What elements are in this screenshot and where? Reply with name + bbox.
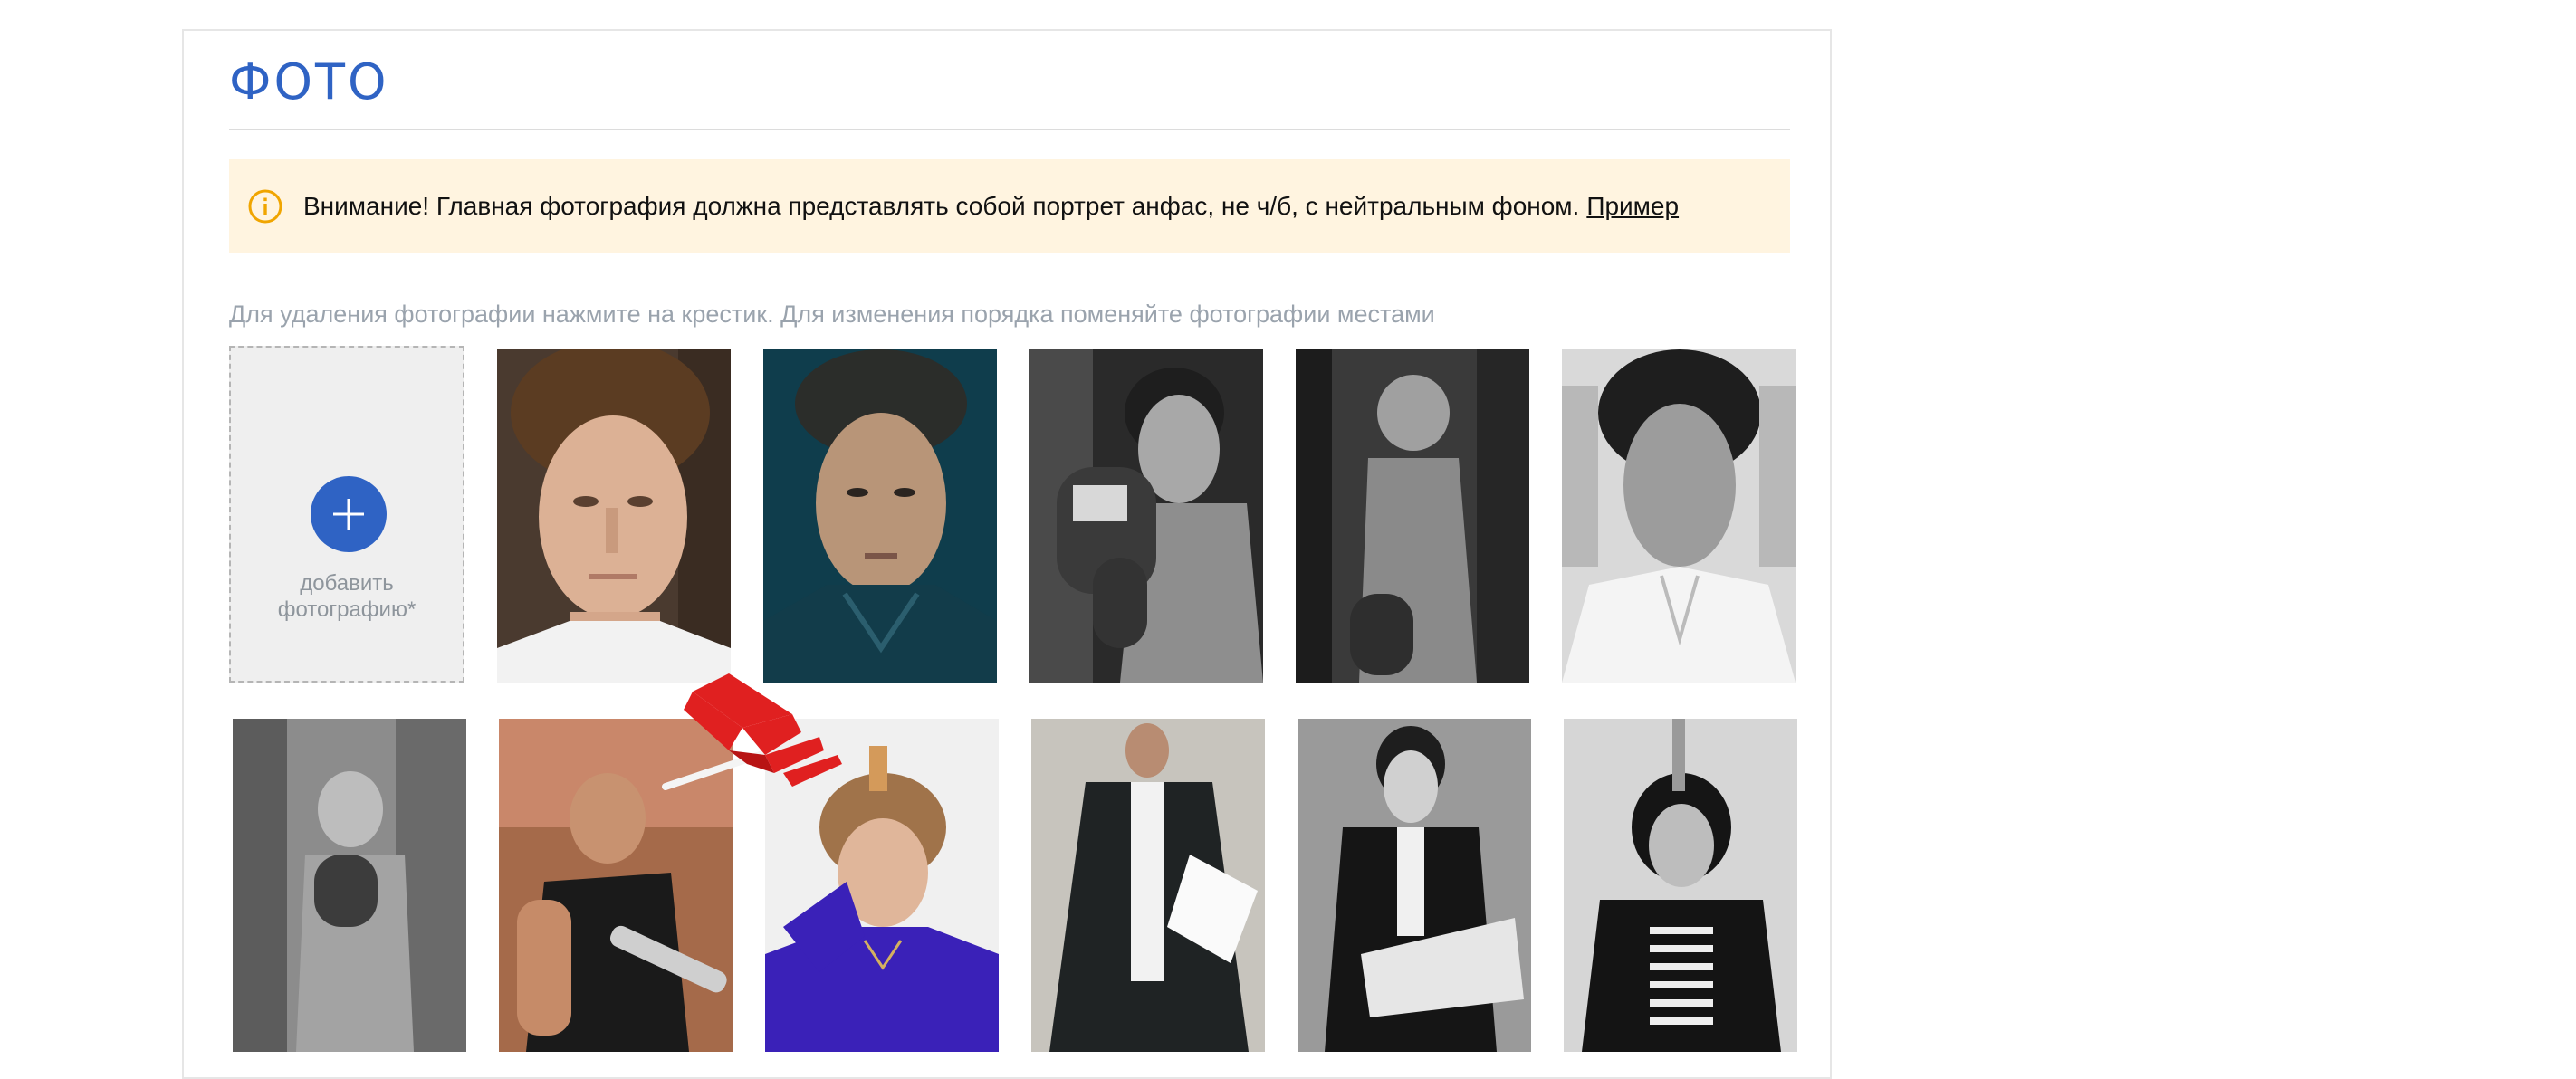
plus-icon [311,476,387,552]
portrait-image [233,719,466,1052]
photo-10[interactable] [1298,719,1531,1052]
photo-3[interactable] [1029,349,1263,683]
photo-2[interactable] [763,349,997,683]
photo-section-card: ФОТО Внимание! Главная фотография должна… [182,29,1832,1079]
section-title: ФОТО [229,53,389,110]
portrait-image [497,349,731,683]
portrait-image [1298,719,1531,1052]
photo-6[interactable] [233,719,466,1052]
photo-hint-text: Для удаления фотографии нажмите на крест… [229,301,1435,328]
add-photo-label: добавить фотографию* [277,571,417,622]
photo-4[interactable] [1296,349,1529,683]
photo-9[interactable] [1031,719,1265,1052]
photo-requirement-notice: Внимание! Главная фотография должна пред… [229,159,1790,253]
info-icon [248,189,282,224]
portrait-image [1029,349,1263,683]
notice-text: Внимание! Главная фотография должна пред… [303,192,1580,220]
portrait-image [1564,719,1797,1052]
photo-1[interactable] [497,349,731,683]
portrait-image [763,349,997,683]
portrait-image [1562,349,1796,683]
title-divider [229,129,1790,130]
add-photo-button[interactable]: добавить фотографию* [229,346,464,683]
drag-arrow-icon [662,673,842,790]
photo-11[interactable] [1564,719,1797,1052]
photo-5[interactable] [1562,349,1796,683]
portrait-image [1296,349,1529,683]
example-link[interactable]: Пример [1586,192,1679,221]
portrait-image [1031,719,1265,1052]
